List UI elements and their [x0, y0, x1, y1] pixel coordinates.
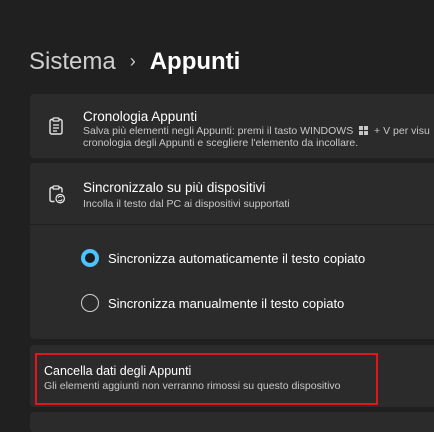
clipboard-history-card[interactable]: Cronologia Appunti Salva più elementi ne… [30, 94, 434, 158]
description-line1: Salva più elementi negli Appunti: premi … [83, 125, 354, 137]
sync-options-panel: Sincronizza automaticamente il testo cop… [30, 225, 434, 339]
clipboard-history-title: Cronologia Appunti [83, 109, 198, 124]
radio-selected[interactable] [81, 249, 99, 267]
breadcrumb-parent-sistema[interactable]: Sistema [29, 48, 116, 76]
radio-unselected[interactable] [81, 294, 99, 312]
sync-auto-label: Sincronizza automaticamente il testo cop… [108, 250, 366, 266]
clipboard-list-icon [49, 117, 63, 135]
description-line1-suffix: + V per visu [374, 125, 430, 137]
clear-clipboard-title: Cancella dati degli Appunti [44, 364, 192, 378]
sync-manual-option[interactable]: Sincronizza manualmente il testo copiato [81, 292, 344, 314]
clipboard-history-description: Salva più elementi negli Appunti: premi … [83, 125, 430, 137]
sync-auto-option[interactable]: Sincronizza automaticamente il testo cop… [81, 247, 365, 269]
sync-manual-label: Sincronizza manualmente il testo copiato [108, 295, 345, 311]
sync-devices-card[interactable]: Sincronizzalo su più dispositivi Incolla… [30, 163, 434, 224]
next-setting-card [30, 412, 434, 432]
page-title: Appunti [149, 48, 241, 75]
clipboard-sync-icon [49, 185, 66, 204]
breadcrumb-separator: › [129, 50, 136, 71]
breadcrumb: Sistema › Appunti [29, 44, 240, 80]
windows-logo-icon [359, 126, 369, 135]
clear-clipboard-description: Gli elementi aggiunti non verranno rimos… [44, 380, 341, 392]
sync-devices-description: Incolla il testo dal PC ai dispositivi s… [83, 198, 290, 210]
sync-devices-title: Sincronizzalo su più dispositivi [83, 180, 266, 195]
clipboard-history-description-line2: cronologia degli Appunti e scegliere l'e… [83, 137, 359, 149]
